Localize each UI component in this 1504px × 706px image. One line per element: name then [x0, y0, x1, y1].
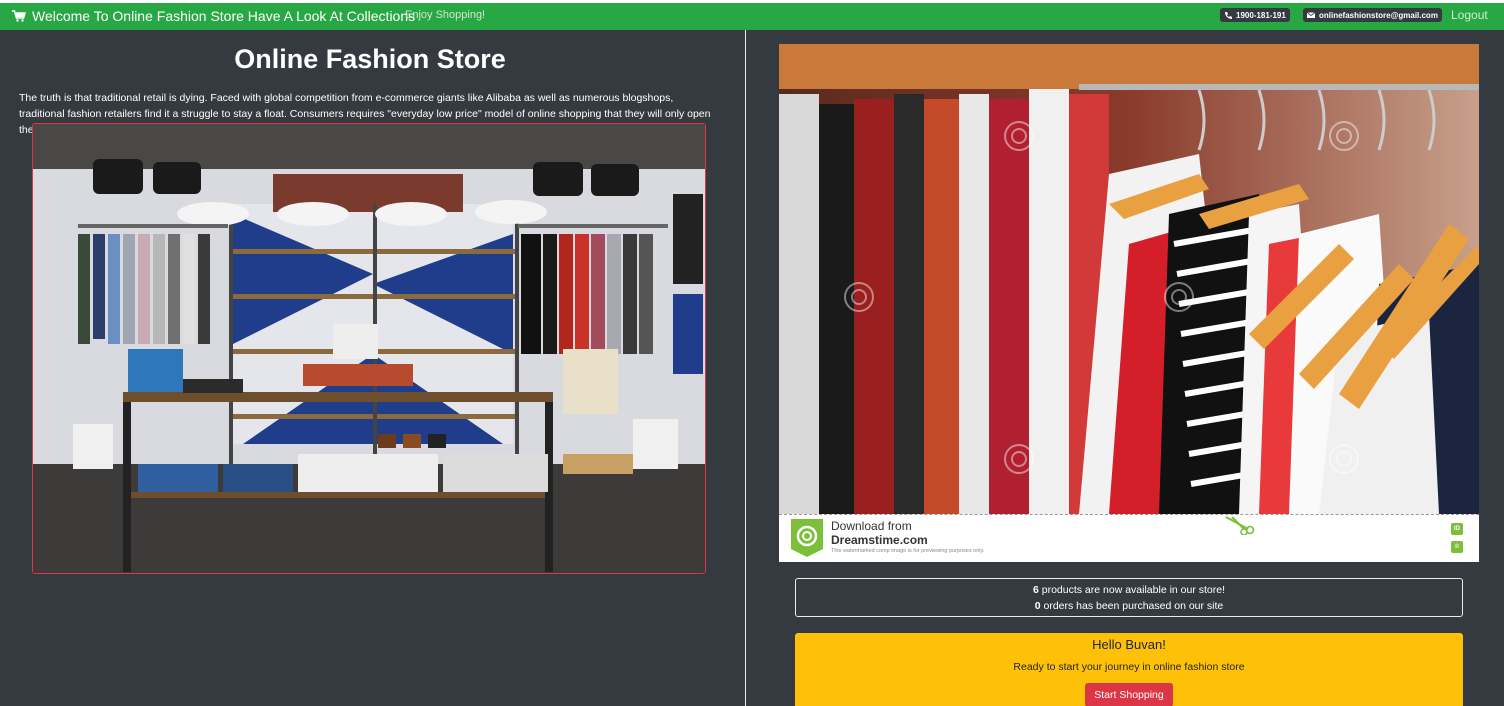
orders-stat-text: orders has been purchased on our site — [1040, 600, 1224, 612]
photo-credit-bar: Download from Dreamstime.com This waterm… — [779, 514, 1479, 562]
scissors-icon — [1225, 516, 1255, 535]
products-stat-text: products are now available in our store! — [1038, 584, 1226, 596]
id-badge: ID — [1451, 523, 1463, 535]
orders-stat: 0 orders has been purchased on our site — [796, 598, 1462, 614]
start-shopping-button[interactable]: Start Shopping — [1085, 683, 1173, 706]
phone-number: 1900-181-191 — [1236, 10, 1286, 20]
cart-icon — [12, 10, 26, 22]
products-stat: 6 products are now available in our stor… — [796, 582, 1462, 598]
greeting-card: Hello Buvan! Ready to start your journey… — [795, 633, 1463, 706]
greeting-subtitle: Ready to start your journey in online fa… — [1013, 661, 1245, 673]
envelope-icon — [1307, 12, 1315, 18]
credit-disclaimer: This watermarked comp image is for previ… — [831, 548, 985, 554]
clothes-rack-image — [779, 44, 1479, 514]
phone-icon — [1225, 12, 1232, 19]
copyright-badge: © — [1451, 541, 1463, 553]
email-address: onlinefashionstore@gmail.com — [1319, 10, 1438, 20]
brand-text: Welcome To Online Fashion Store Have A L… — [32, 8, 416, 24]
store-stats-box: 6 products are now available in our stor… — [795, 578, 1463, 617]
credit-line-1: Download from — [831, 519, 912, 533]
phone-badge[interactable]: 1900-181-191 — [1220, 8, 1290, 22]
greeting-title: Hello Buvan! — [1092, 637, 1166, 652]
top-navbar: Welcome To Online Fashion Store Have A L… — [0, 0, 1504, 30]
store-interior-image — [32, 123, 706, 574]
dreamstime-logo-icon — [791, 519, 823, 557]
brand[interactable]: Welcome To Online Fashion Store Have A L… — [12, 4, 415, 28]
page-title: Online Fashion Store — [234, 44, 506, 74]
email-badge[interactable]: onlinefashionstore@gmail.com — [1303, 8, 1442, 22]
tagline: Enjoy Shopping! — [405, 9, 486, 21]
logout-link[interactable]: Logout — [1451, 5, 1488, 25]
credit-line-2: Dreamstime.com — [831, 533, 928, 547]
